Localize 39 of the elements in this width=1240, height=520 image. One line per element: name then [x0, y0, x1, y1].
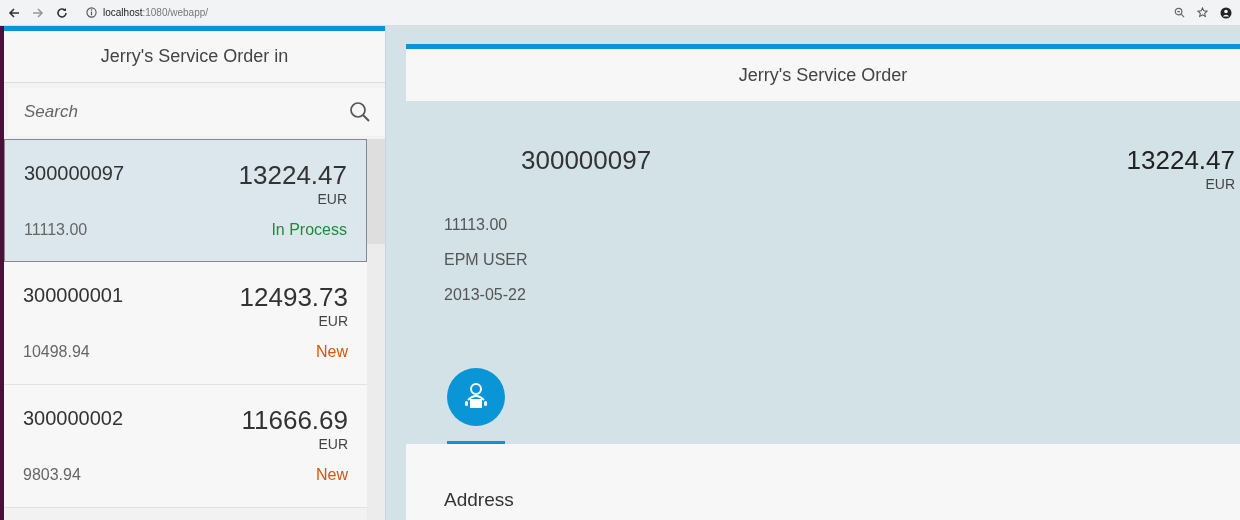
order-status: New [316, 466, 348, 484]
net-amount: 10498.94 [23, 343, 90, 361]
order-list-item[interactable]: 300000002 11666.69 EUR 9803.94 New [4, 385, 367, 508]
icon-tab[interactable] [447, 368, 505, 444]
master-title: Jerry's Service Order in [100, 46, 289, 67]
net-amount: 9803.94 [23, 466, 81, 484]
detail-title: Jerry's Service Order [738, 64, 908, 86]
order-amount: 13224.47 [238, 160, 347, 191]
object-attribute: 11113.00 [444, 216, 509, 234]
star-icon[interactable] [1197, 7, 1208, 18]
order-list-item[interactable]: 300000097 13224.47 EUR 11113.00 In Process [4, 139, 367, 262]
reload-icon[interactable] [56, 6, 68, 19]
order-id: 300000097 [24, 162, 125, 185]
account-icon[interactable] [1220, 6, 1232, 19]
order-id: 300000002 [23, 407, 124, 430]
order-amount: 12493.73 [239, 282, 348, 313]
search-icon[interactable] [349, 101, 371, 123]
order-list-item[interactable]: 300000001 12493.73 EUR 10498.94 New [4, 262, 367, 385]
back-icon[interactable] [8, 6, 20, 19]
object-attribute: 2013-05-22 [444, 286, 527, 304]
address-bar[interactable]: localhost:1080/webapp/ [103, 7, 209, 18]
object-id: 300000097 [521, 145, 652, 177]
forward-icon[interactable] [32, 6, 44, 19]
currency: EUR [317, 191, 347, 207]
section-title: Address [444, 489, 514, 510]
order-amount: 11666.69 [241, 405, 348, 436]
order-status: New [316, 343, 348, 361]
zoom-icon[interactable] [1174, 7, 1185, 18]
currency: EUR [318, 436, 348, 452]
object-attribute: EPM USER [444, 251, 529, 269]
currency: EUR [318, 313, 348, 329]
scrollbar-thumb[interactable] [367, 139, 385, 244]
order-id: 300000001 [23, 284, 124, 307]
currency: EUR [1205, 176, 1235, 192]
search-field[interactable]: Search [8, 88, 385, 136]
info-icon[interactable] [86, 7, 97, 18]
net-amount: 11113.00 [24, 221, 88, 239]
object-amount: 13224.47 [1126, 145, 1235, 176]
order-status: In Process [271, 221, 347, 239]
